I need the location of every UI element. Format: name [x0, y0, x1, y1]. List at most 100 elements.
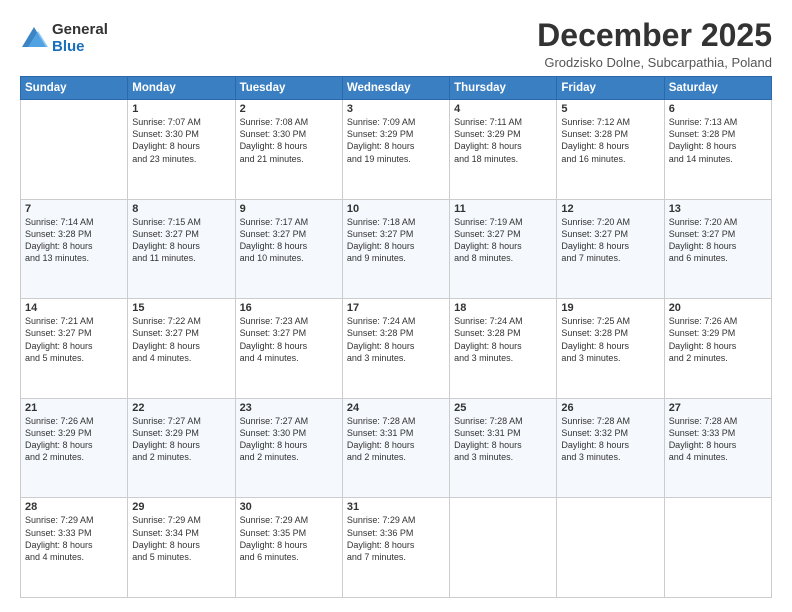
cell-info: Sunrise: 7:11 AM Sunset: 3:29 PM Dayligh…	[454, 116, 552, 165]
calendar-cell	[21, 100, 128, 200]
calendar-cell: 11Sunrise: 7:19 AM Sunset: 3:27 PM Dayli…	[450, 199, 557, 299]
day-number: 22	[132, 402, 230, 414]
week-row-3: 21Sunrise: 7:26 AM Sunset: 3:29 PM Dayli…	[21, 398, 772, 498]
col-sunday: Sunday	[21, 77, 128, 100]
calendar-cell	[664, 498, 771, 598]
calendar-cell: 14Sunrise: 7:21 AM Sunset: 3:27 PM Dayli…	[21, 299, 128, 399]
day-number: 4	[454, 103, 552, 115]
month-title: December 2025	[537, 18, 772, 53]
calendar-cell: 6Sunrise: 7:13 AM Sunset: 3:28 PM Daylig…	[664, 100, 771, 200]
day-number: 9	[240, 203, 338, 215]
calendar-header: Sunday Monday Tuesday Wednesday Thursday…	[21, 77, 772, 100]
calendar-cell	[557, 498, 664, 598]
cell-info: Sunrise: 7:20 AM Sunset: 3:27 PM Dayligh…	[669, 216, 767, 265]
cell-info: Sunrise: 7:21 AM Sunset: 3:27 PM Dayligh…	[25, 315, 123, 364]
day-number: 26	[561, 402, 659, 414]
calendar-cell: 4Sunrise: 7:11 AM Sunset: 3:29 PM Daylig…	[450, 100, 557, 200]
col-tuesday: Tuesday	[235, 77, 342, 100]
calendar-cell: 27Sunrise: 7:28 AM Sunset: 3:33 PM Dayli…	[664, 398, 771, 498]
day-number: 18	[454, 302, 552, 314]
day-number: 28	[25, 501, 123, 513]
cell-info: Sunrise: 7:27 AM Sunset: 3:30 PM Dayligh…	[240, 415, 338, 464]
day-number: 13	[669, 203, 767, 215]
cell-info: Sunrise: 7:17 AM Sunset: 3:27 PM Dayligh…	[240, 216, 338, 265]
calendar-cell: 2Sunrise: 7:08 AM Sunset: 3:30 PM Daylig…	[235, 100, 342, 200]
cell-info: Sunrise: 7:29 AM Sunset: 3:36 PM Dayligh…	[347, 514, 445, 563]
day-number: 14	[25, 302, 123, 314]
day-number: 23	[240, 402, 338, 414]
week-row-0: 1Sunrise: 7:07 AM Sunset: 3:30 PM Daylig…	[21, 100, 772, 200]
day-number: 30	[240, 501, 338, 513]
calendar-cell: 31Sunrise: 7:29 AM Sunset: 3:36 PM Dayli…	[342, 498, 449, 598]
cell-info: Sunrise: 7:26 AM Sunset: 3:29 PM Dayligh…	[669, 315, 767, 364]
cell-info: Sunrise: 7:29 AM Sunset: 3:33 PM Dayligh…	[25, 514, 123, 563]
calendar-table: Sunday Monday Tuesday Wednesday Thursday…	[20, 76, 772, 598]
calendar-cell: 29Sunrise: 7:29 AM Sunset: 3:34 PM Dayli…	[128, 498, 235, 598]
cell-info: Sunrise: 7:26 AM Sunset: 3:29 PM Dayligh…	[25, 415, 123, 464]
day-number: 5	[561, 103, 659, 115]
cell-info: Sunrise: 7:12 AM Sunset: 3:28 PM Dayligh…	[561, 116, 659, 165]
day-number: 10	[347, 203, 445, 215]
cell-info: Sunrise: 7:20 AM Sunset: 3:27 PM Dayligh…	[561, 216, 659, 265]
page: General Blue December 2025 Grodzisko Dol…	[0, 0, 792, 612]
calendar-cell: 7Sunrise: 7:14 AM Sunset: 3:28 PM Daylig…	[21, 199, 128, 299]
day-number: 15	[132, 302, 230, 314]
cell-info: Sunrise: 7:28 AM Sunset: 3:31 PM Dayligh…	[454, 415, 552, 464]
header-row: Sunday Monday Tuesday Wednesday Thursday…	[21, 77, 772, 100]
cell-info: Sunrise: 7:29 AM Sunset: 3:35 PM Dayligh…	[240, 514, 338, 563]
day-number: 31	[347, 501, 445, 513]
day-number: 20	[669, 302, 767, 314]
calendar-cell: 8Sunrise: 7:15 AM Sunset: 3:27 PM Daylig…	[128, 199, 235, 299]
cell-info: Sunrise: 7:13 AM Sunset: 3:28 PM Dayligh…	[669, 116, 767, 165]
cell-info: Sunrise: 7:18 AM Sunset: 3:27 PM Dayligh…	[347, 216, 445, 265]
logo: General Blue	[20, 22, 108, 55]
cell-info: Sunrise: 7:27 AM Sunset: 3:29 PM Dayligh…	[132, 415, 230, 464]
day-number: 6	[669, 103, 767, 115]
cell-info: Sunrise: 7:23 AM Sunset: 3:27 PM Dayligh…	[240, 315, 338, 364]
logo-icon	[20, 25, 48, 53]
cell-info: Sunrise: 7:25 AM Sunset: 3:28 PM Dayligh…	[561, 315, 659, 364]
logo-blue-text: Blue	[52, 39, 108, 56]
col-saturday: Saturday	[664, 77, 771, 100]
calendar-cell: 9Sunrise: 7:17 AM Sunset: 3:27 PM Daylig…	[235, 199, 342, 299]
logo-text: General Blue	[52, 22, 108, 55]
week-row-4: 28Sunrise: 7:29 AM Sunset: 3:33 PM Dayli…	[21, 498, 772, 598]
calendar-cell: 3Sunrise: 7:09 AM Sunset: 3:29 PM Daylig…	[342, 100, 449, 200]
day-number: 7	[25, 203, 123, 215]
calendar-cell: 19Sunrise: 7:25 AM Sunset: 3:28 PM Dayli…	[557, 299, 664, 399]
day-number: 21	[25, 402, 123, 414]
calendar-cell: 25Sunrise: 7:28 AM Sunset: 3:31 PM Dayli…	[450, 398, 557, 498]
day-number: 16	[240, 302, 338, 314]
cell-info: Sunrise: 7:15 AM Sunset: 3:27 PM Dayligh…	[132, 216, 230, 265]
cell-info: Sunrise: 7:22 AM Sunset: 3:27 PM Dayligh…	[132, 315, 230, 364]
day-number: 12	[561, 203, 659, 215]
day-number: 24	[347, 402, 445, 414]
calendar-cell: 23Sunrise: 7:27 AM Sunset: 3:30 PM Dayli…	[235, 398, 342, 498]
day-number: 25	[454, 402, 552, 414]
calendar-cell: 26Sunrise: 7:28 AM Sunset: 3:32 PM Dayli…	[557, 398, 664, 498]
calendar-cell: 28Sunrise: 7:29 AM Sunset: 3:33 PM Dayli…	[21, 498, 128, 598]
calendar-cell: 13Sunrise: 7:20 AM Sunset: 3:27 PM Dayli…	[664, 199, 771, 299]
day-number: 17	[347, 302, 445, 314]
calendar-cell: 10Sunrise: 7:18 AM Sunset: 3:27 PM Dayli…	[342, 199, 449, 299]
cell-info: Sunrise: 7:29 AM Sunset: 3:34 PM Dayligh…	[132, 514, 230, 563]
calendar-cell: 30Sunrise: 7:29 AM Sunset: 3:35 PM Dayli…	[235, 498, 342, 598]
calendar-cell	[450, 498, 557, 598]
subtitle: Grodzisko Dolne, Subcarpathia, Poland	[537, 55, 772, 70]
day-number: 27	[669, 402, 767, 414]
cell-info: Sunrise: 7:07 AM Sunset: 3:30 PM Dayligh…	[132, 116, 230, 165]
calendar-cell: 1Sunrise: 7:07 AM Sunset: 3:30 PM Daylig…	[128, 100, 235, 200]
cell-info: Sunrise: 7:24 AM Sunset: 3:28 PM Dayligh…	[454, 315, 552, 364]
week-row-1: 7Sunrise: 7:14 AM Sunset: 3:28 PM Daylig…	[21, 199, 772, 299]
day-number: 2	[240, 103, 338, 115]
calendar-cell: 5Sunrise: 7:12 AM Sunset: 3:28 PM Daylig…	[557, 100, 664, 200]
title-block: December 2025 Grodzisko Dolne, Subcarpat…	[537, 18, 772, 70]
cell-info: Sunrise: 7:28 AM Sunset: 3:33 PM Dayligh…	[669, 415, 767, 464]
calendar-cell: 16Sunrise: 7:23 AM Sunset: 3:27 PM Dayli…	[235, 299, 342, 399]
col-friday: Friday	[557, 77, 664, 100]
cell-info: Sunrise: 7:14 AM Sunset: 3:28 PM Dayligh…	[25, 216, 123, 265]
calendar-cell: 18Sunrise: 7:24 AM Sunset: 3:28 PM Dayli…	[450, 299, 557, 399]
calendar-cell: 24Sunrise: 7:28 AM Sunset: 3:31 PM Dayli…	[342, 398, 449, 498]
col-monday: Monday	[128, 77, 235, 100]
calendar-cell: 20Sunrise: 7:26 AM Sunset: 3:29 PM Dayli…	[664, 299, 771, 399]
